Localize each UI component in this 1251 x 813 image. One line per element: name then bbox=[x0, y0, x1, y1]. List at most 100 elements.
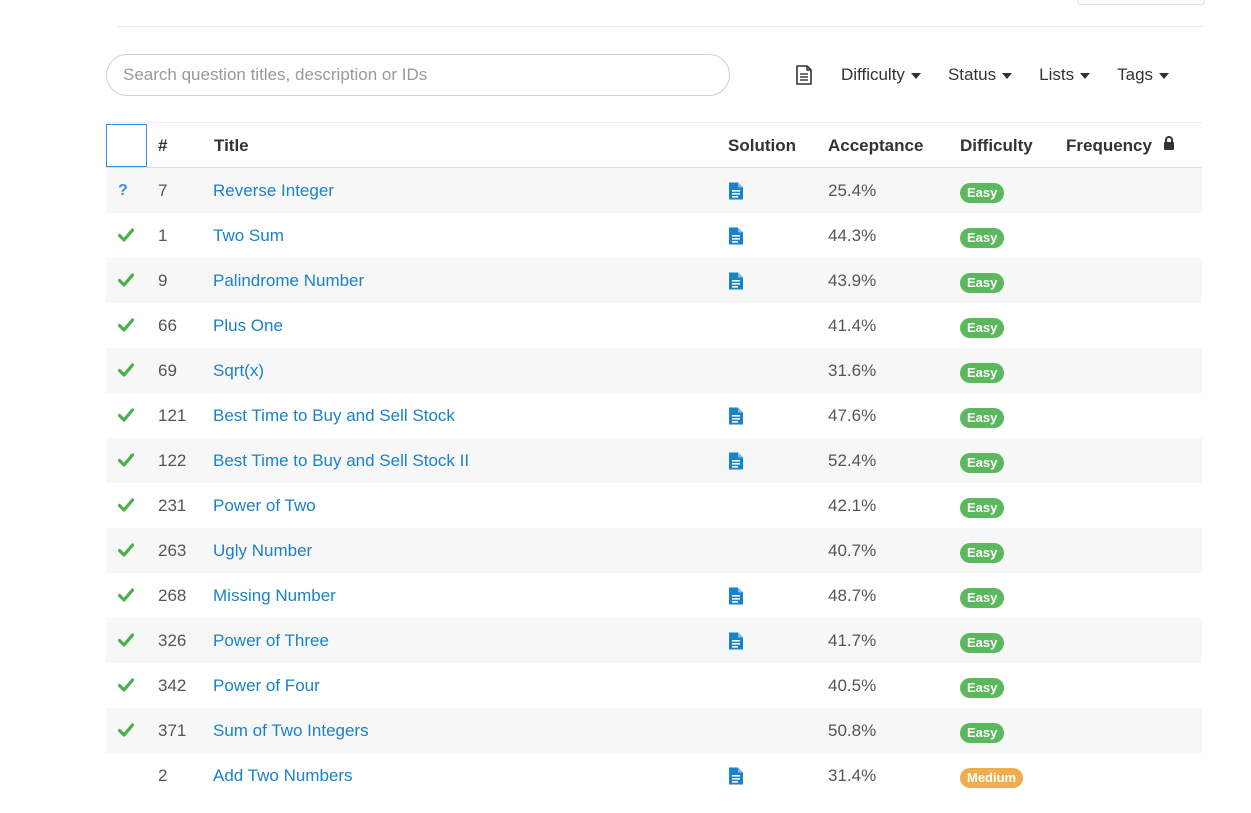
table-row[interactable]: 66 Plus One 41.4% Easy bbox=[106, 303, 1202, 348]
difficulty-badge: Easy bbox=[960, 272, 1005, 293]
table-body: ? 7 Reverse Integer 25.4% Easy 1 Two Sum 44.3% E… bbox=[106, 168, 1202, 798]
acceptance-rate: 25.4% bbox=[828, 181, 877, 200]
table-row[interactable]: 268 Missing Number 48.7% Easy bbox=[106, 573, 1202, 618]
check-icon bbox=[118, 483, 138, 528]
problem-id: 326 bbox=[158, 631, 187, 650]
problem-title-link[interactable]: Ugly Number bbox=[213, 528, 312, 573]
filter-bar: Difficulty Status Lists Tags bbox=[795, 64, 1189, 86]
caret-down-icon bbox=[1002, 73, 1013, 79]
table-header: # Title Solution Acceptance Difficulty F… bbox=[106, 122, 1202, 168]
table-row[interactable]: 69 Sqrt(x) 31.6% Easy bbox=[106, 348, 1202, 393]
acceptance-rate: 47.6% bbox=[828, 406, 877, 425]
select-all-checkbox[interactable] bbox=[106, 124, 147, 167]
acceptance-rate: 40.5% bbox=[828, 676, 877, 695]
status-filter-dropdown[interactable]: Status bbox=[948, 65, 1013, 85]
difficulty-cell: Easy bbox=[960, 483, 1005, 528]
solution-document-icon[interactable] bbox=[728, 168, 744, 213]
table-row[interactable]: 1 Two Sum 44.3% Easy bbox=[106, 213, 1202, 258]
difficulty-badge: Easy bbox=[960, 227, 1005, 248]
problem-title-link[interactable]: Reverse Integer bbox=[213, 168, 334, 213]
difficulty-badge: Easy bbox=[960, 632, 1005, 653]
solution-document-icon[interactable] bbox=[728, 393, 744, 438]
check-icon bbox=[118, 528, 138, 573]
difficulty-cell: Easy bbox=[960, 573, 1005, 618]
difficulty-badge: Easy bbox=[960, 362, 1005, 383]
acceptance-rate: 41.4% bbox=[828, 316, 877, 335]
difficulty-badge: Easy bbox=[960, 317, 1005, 338]
pick-one-icon[interactable] bbox=[795, 65, 813, 85]
problem-title-link[interactable]: Sum of Two Integers bbox=[213, 708, 369, 753]
difficulty-cell: Easy bbox=[960, 663, 1005, 708]
problem-title-link[interactable]: Palindrome Number bbox=[213, 258, 364, 303]
problem-title-link[interactable]: Sqrt(x) bbox=[213, 348, 264, 393]
table-row[interactable]: 2 Add Two Numbers 31.4% Medium bbox=[106, 753, 1202, 798]
problem-id: 1 bbox=[158, 226, 168, 245]
acceptance-rate: 40.7% bbox=[828, 541, 877, 560]
header-frequency[interactable]: Frequency bbox=[1066, 123, 1175, 168]
problem-id: 122 bbox=[158, 451, 187, 470]
difficulty-filter-label: Difficulty bbox=[841, 65, 905, 84]
problem-id: 7 bbox=[158, 181, 168, 200]
search-input[interactable] bbox=[106, 54, 730, 96]
header-difficulty[interactable]: Difficulty bbox=[960, 123, 1033, 168]
caret-down-icon bbox=[1159, 73, 1170, 79]
table-row[interactable]: 263 Ugly Number 40.7% Easy bbox=[106, 528, 1202, 573]
problem-title-link[interactable]: Best Time to Buy and Sell Stock II bbox=[213, 438, 469, 483]
problem-title-link[interactable]: Missing Number bbox=[213, 573, 336, 618]
lists-filter-dropdown[interactable]: Lists bbox=[1039, 65, 1091, 85]
solution-document-icon[interactable] bbox=[728, 438, 744, 483]
difficulty-cell: Easy bbox=[960, 393, 1005, 438]
problem-table: # Title Solution Acceptance Difficulty F… bbox=[106, 122, 1202, 798]
problem-title-link[interactable]: Best Time to Buy and Sell Stock bbox=[213, 393, 455, 438]
table-row[interactable]: 326 Power of Three 41.7% Easy bbox=[106, 618, 1202, 663]
acceptance-rate: 31.4% bbox=[828, 766, 877, 785]
difficulty-badge: Easy bbox=[960, 722, 1005, 743]
table-row[interactable]: 122 Best Time to Buy and Sell Stock II 52.… bbox=[106, 438, 1202, 483]
header-acceptance[interactable]: Acceptance bbox=[828, 123, 923, 168]
problem-title-link[interactable]: Plus One bbox=[213, 303, 283, 348]
problem-id: 371 bbox=[158, 721, 187, 740]
caret-down-icon bbox=[910, 73, 921, 79]
difficulty-cell: Easy bbox=[960, 708, 1005, 753]
check-icon bbox=[118, 708, 138, 753]
acceptance-rate: 52.4% bbox=[828, 451, 877, 470]
top-right-control-edge bbox=[1077, 0, 1205, 5]
tags-filter-label: Tags bbox=[1117, 65, 1154, 84]
difficulty-cell: Easy bbox=[960, 213, 1005, 258]
solution-document-icon[interactable] bbox=[728, 213, 744, 258]
difficulty-filter-dropdown[interactable]: Difficulty bbox=[841, 65, 921, 85]
check-icon bbox=[118, 348, 138, 393]
table-row[interactable]: 342 Power of Four 40.5% Easy bbox=[106, 663, 1202, 708]
acceptance-rate: 44.3% bbox=[828, 226, 877, 245]
table-row[interactable]: 121 Best Time to Buy and Sell Stock 47.6% E… bbox=[106, 393, 1202, 438]
problem-title-link[interactable]: Power of Four bbox=[213, 663, 320, 708]
problem-id: 69 bbox=[158, 361, 177, 380]
check-icon bbox=[118, 573, 138, 618]
header-id[interactable]: # bbox=[158, 123, 167, 168]
acceptance-rate: 43.9% bbox=[828, 271, 877, 290]
problem-title-link[interactable]: Two Sum bbox=[213, 213, 284, 258]
solution-document-icon[interactable] bbox=[728, 753, 744, 798]
solution-document-icon[interactable] bbox=[728, 258, 744, 303]
problem-id: 121 bbox=[158, 406, 187, 425]
header-solution[interactable]: Solution bbox=[728, 123, 796, 168]
table-row[interactable]: 371 Sum of Two Integers 50.8% Easy bbox=[106, 708, 1202, 753]
difficulty-cell: Easy bbox=[960, 168, 1005, 213]
acceptance-rate: 50.8% bbox=[828, 721, 877, 740]
acceptance-rate: 48.7% bbox=[828, 586, 877, 605]
solution-document-icon[interactable] bbox=[728, 618, 744, 663]
table-row[interactable]: ? 7 Reverse Integer 25.4% Easy bbox=[106, 168, 1202, 213]
problem-title-link[interactable]: Power of Two bbox=[213, 483, 316, 528]
table-row[interactable]: 231 Power of Two 42.1% Easy bbox=[106, 483, 1202, 528]
problem-title-link[interactable]: Add Two Numbers bbox=[213, 753, 353, 798]
check-icon bbox=[118, 258, 138, 303]
table-row[interactable]: 9 Palindrome Number 43.9% Easy bbox=[106, 258, 1202, 303]
difficulty-badge: Easy bbox=[960, 677, 1005, 698]
difficulty-badge: Easy bbox=[960, 587, 1005, 608]
solution-document-icon[interactable] bbox=[728, 573, 744, 618]
difficulty-cell: Easy bbox=[960, 258, 1005, 303]
header-title[interactable]: Title bbox=[214, 123, 249, 168]
problem-id: 342 bbox=[158, 676, 187, 695]
tags-filter-dropdown[interactable]: Tags bbox=[1117, 65, 1170, 85]
problem-title-link[interactable]: Power of Three bbox=[213, 618, 329, 663]
